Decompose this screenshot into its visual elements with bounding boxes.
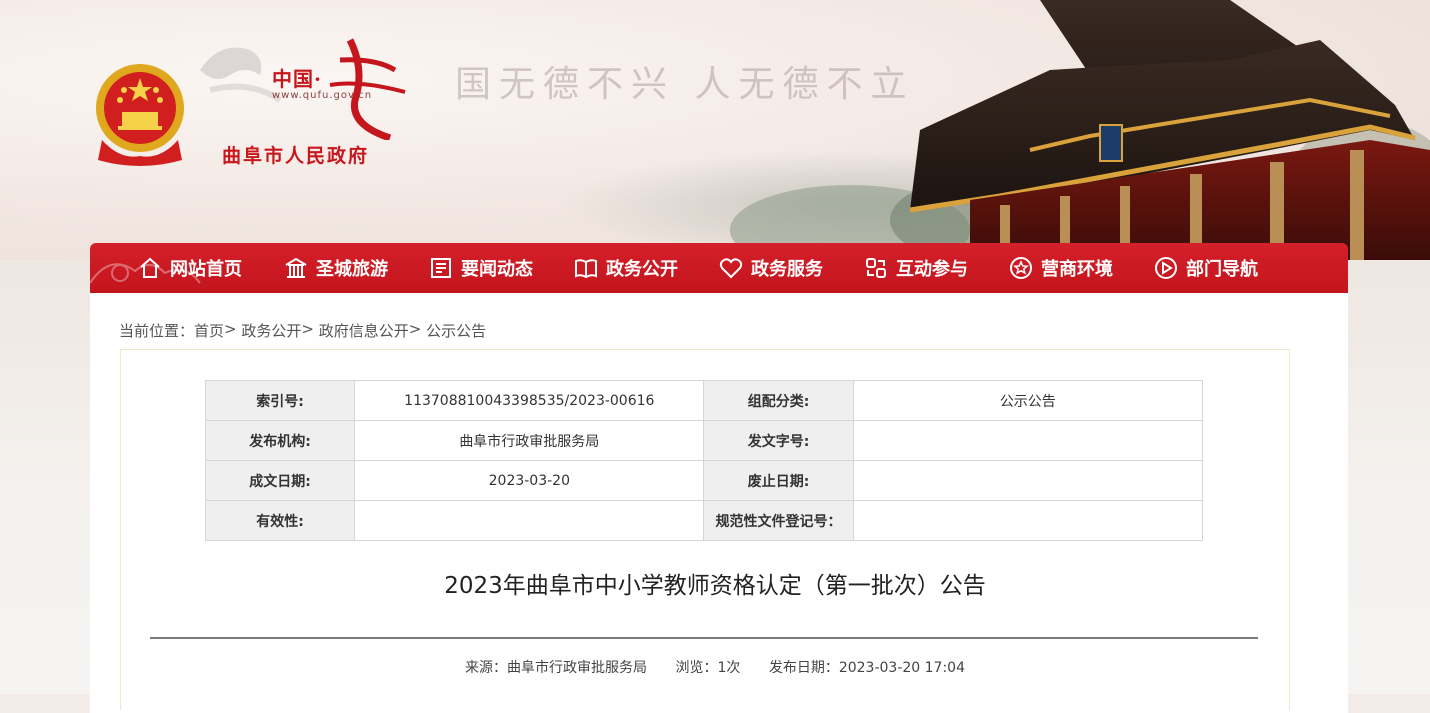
doc-no-label: 发文字号: [703,420,854,461]
national-emblem-icon [96,64,184,166]
breadcrumb-sep: > [408,320,422,338]
table-row: 索引号: 113708810043398535/2023-00616 组配分类:… [204,380,1204,421]
publisher-value: 曲阜市行政审批服务局 [354,420,705,461]
exchange-icon [866,258,886,278]
nav-label: 营商环境 [1041,259,1113,280]
nav-label: 圣城旅游 [316,259,388,280]
heart-icon [719,258,743,279]
nav-interaction[interactable]: 互动参与 [864,243,968,293]
table-row: 发布机构: 曲阜市行政审批服务局 发文字号: [204,420,1204,461]
banner-slogan: 国无德不兴 人无德不立 [455,64,915,105]
site-name: 曲阜市人民政府 [222,145,370,167]
article-views: 浏览：1次 [675,660,741,676]
site-cn-title: 中国· [272,67,322,91]
expire-label: 废止日期: [703,460,854,501]
breadcrumb: 当前位置： 首页 > 政务公开 > 政府信息公开 > 公示公告 [119,320,486,341]
nav-label: 部门导航 [1186,259,1258,280]
title-divider [150,637,1258,639]
validity-label: 有效性: [204,500,356,541]
breadcrumb-sep: > [224,320,237,338]
validity-value [354,500,705,541]
nav-open-gov[interactable]: 政务公开 [574,243,678,293]
site-url: www.qufu.gov.cn [272,90,373,101]
header-banner: 中国· www.qufu.gov.cn 曲阜市人民政府 国无德不兴 人无德不立 [0,0,1430,260]
nav-label: 网站首页 [170,259,242,280]
compass-icon [1155,257,1177,279]
expire-value [852,460,1204,501]
temple-icon [285,257,307,278]
home-icon [140,257,160,278]
category-label: 组配分类: [703,380,854,421]
publisher-label: 发布机构: [204,420,356,461]
nav-tourism[interactable]: 圣城旅游 [284,243,388,293]
breadcrumb-prefix: 当前位置： [119,322,195,340]
doc-no-value [852,420,1204,461]
article-info: 来源：曲阜市行政审批服务局 浏览：1次 发布日期：2023-03-20 17:0… [0,657,1430,677]
breadcrumb-home[interactable]: 首页 [194,320,224,341]
nav-departments[interactable]: 部门导航 [1154,243,1258,293]
table-row: 有效性: 规范性文件登记号： [204,500,1204,541]
breadcrumb-open-gov[interactable]: 政务公开 [241,320,301,341]
nav-label: 要闻动态 [461,259,533,280]
index-value: 113708810043398535/2023-00616 [354,380,705,421]
breadcrumb-notices[interactable]: 公示公告 [426,320,486,341]
nav-business[interactable]: 营商环境 [1009,243,1113,293]
main-nav: 网站首页 圣城旅游 要闻动态 政务公开 政务服务 互动参与 营商环境 部门导航 [90,243,1348,293]
star-icon [1010,257,1032,279]
nav-label: 政务公开 [606,259,678,280]
breadcrumb-gov-info[interactable]: 政府信息公开 [319,320,409,341]
article-title: 2023年曲阜市中小学教师资格认定（第一批次）公告 [444,573,986,599]
date-value: 2023-03-20 [354,460,705,501]
category-value: 公示公告 [852,380,1204,421]
nav-news[interactable]: 要闻动态 [429,243,533,293]
nav-services[interactable]: 政务服务 [719,243,823,293]
nav-label: 互动参与 [896,259,968,280]
registration-label: 规范性文件登记号： [703,500,854,541]
article-published: 发布日期：2023-03-20 17:04 [768,660,965,676]
breadcrumb-sep: > [301,320,314,338]
table-row: 成文日期: 2023-03-20 废止日期: [204,460,1204,501]
metadata-table: 索引号: 113708810043398535/2023-00616 组配分类:… [204,380,1204,541]
date-label: 成文日期: [204,460,356,501]
temple-illustration [730,0,1430,260]
nav-home[interactable]: 网站首页 [138,243,242,293]
registration-value [852,500,1204,541]
nav-label: 政务服务 [751,259,823,280]
news-icon [431,258,451,278]
book-icon [575,259,597,279]
article-source: 来源：曲阜市行政审批服务局 [465,660,647,676]
index-label: 索引号: [204,380,356,421]
